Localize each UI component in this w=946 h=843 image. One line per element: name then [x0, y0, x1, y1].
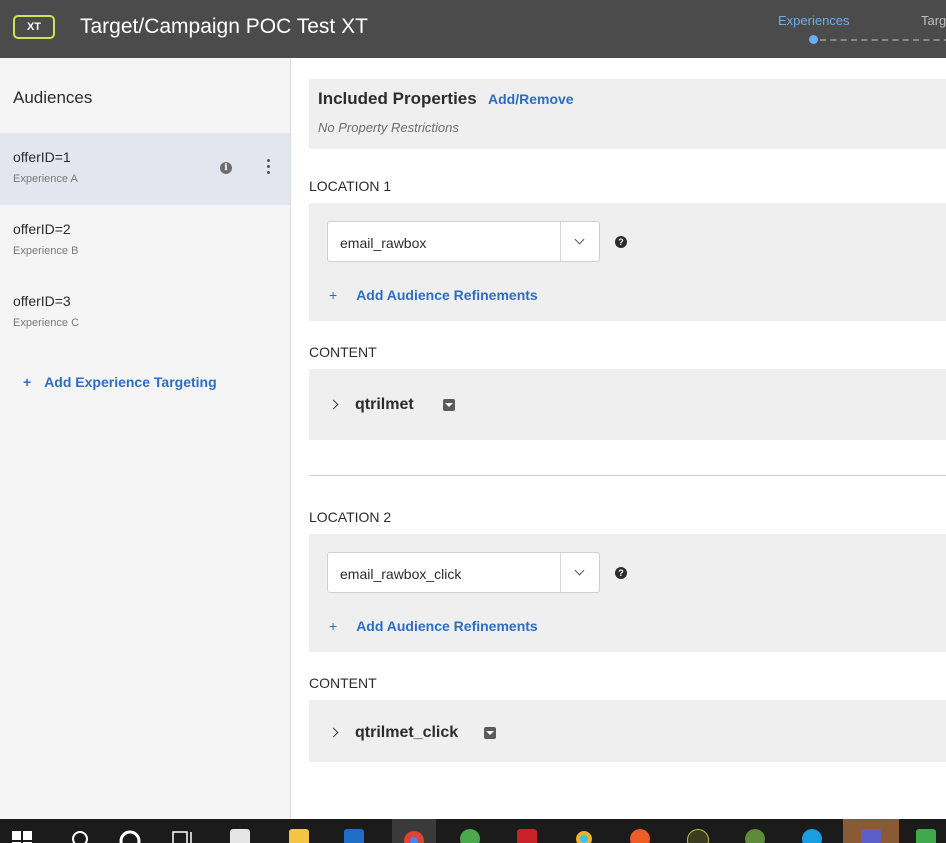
location-1-mbox-select[interactable]: email_rawbox [327, 221, 600, 262]
content-1-label: CONTENT [309, 344, 377, 360]
property-restrictions-note: No Property Restrictions [318, 120, 459, 135]
postman-icon[interactable] [630, 829, 650, 843]
content-options-dropdown-icon[interactable] [443, 399, 455, 411]
add-audience-refinements-1[interactable]: + Add Audience Refinements [329, 287, 538, 303]
audience-item-3[interactable]: offerID=3 Experience C [0, 277, 290, 349]
included-properties-panel: Included Properties Add/Remove No Proper… [309, 79, 946, 149]
location-1-label: LOCATION 1 [309, 178, 392, 194]
audience-item-1[interactable]: offerID=1 Experience A i [0, 133, 290, 205]
outlook-icon[interactable] [344, 829, 364, 843]
cortana-icon[interactable] [118, 829, 141, 843]
chevron-down-icon[interactable] [574, 234, 585, 245]
android-icon[interactable] [916, 829, 936, 843]
plus-icon: + [329, 618, 338, 634]
location-2-label: LOCATION 2 [309, 509, 392, 525]
step-experiences[interactable]: Experiences [778, 13, 850, 28]
chevron-down-icon[interactable] [574, 565, 585, 576]
mbox-value: email_rawbox [340, 235, 427, 251]
activity-type-badge: XT [13, 15, 55, 39]
info-icon[interactable]: i [220, 162, 232, 174]
task-view-icon[interactable] [172, 829, 192, 843]
step-targeting[interactable]: Targ [921, 13, 946, 28]
filezilla-icon[interactable] [517, 829, 537, 843]
select-divider [560, 553, 561, 592]
content-options-dropdown-icon[interactable] [484, 727, 496, 739]
plus-icon: + [23, 374, 32, 390]
main-content: Included Properties Add/Remove No Proper… [291, 58, 946, 819]
audience-experience: Experience A [13, 173, 78, 185]
current-step-indicator [809, 35, 818, 44]
workflow-steps: Experiences Targ [760, 0, 946, 58]
included-properties-title: Included Properties [318, 89, 477, 108]
mbox-value: email_rawbox_click [340, 566, 462, 582]
location-divider [309, 475, 946, 476]
plus-icon: + [329, 287, 338, 303]
help-icon[interactable]: ? [615, 236, 627, 248]
add-remove-properties-link[interactable]: Add/Remove [488, 91, 574, 107]
audience-item-2[interactable]: offerID=2 Experience B [0, 205, 290, 277]
sidebar-title: Audiences [13, 88, 93, 107]
audience-name: offerID=3 [13, 293, 71, 309]
refine-label: Add Audience Refinements [356, 287, 538, 303]
edge-icon[interactable] [802, 829, 822, 843]
location-2-mbox-select[interactable]: email_rawbox_click [327, 552, 600, 593]
more-options-icon[interactable] [263, 159, 273, 177]
location-2-panel: email_rawbox_click ? + Add Audience Refin… [309, 534, 946, 652]
step-connector [820, 39, 946, 41]
windows-taskbar [0, 819, 946, 843]
content-offer-name[interactable]: qtrilmet [355, 396, 414, 414]
store-icon[interactable] [230, 829, 250, 843]
chevron-right-icon[interactable] [328, 399, 339, 410]
help-icon[interactable]: ? [615, 567, 627, 579]
content-offer-name[interactable]: qtrilmet_click [355, 724, 458, 742]
audience-experience: Experience C [13, 317, 80, 329]
app-icon[interactable] [687, 829, 709, 843]
content-1-panel: qtrilmet [309, 369, 946, 440]
content-2-panel: qtrilmet_click [309, 700, 946, 762]
paint-icon[interactable] [745, 829, 765, 843]
slack-icon[interactable] [574, 829, 594, 843]
file-explorer-icon[interactable] [289, 829, 309, 843]
activity-title[interactable]: Target/Campaign POC Test XT [80, 15, 368, 39]
xbox-icon[interactable] [460, 829, 480, 843]
add-experience-targeting-button[interactable]: + Add Experience Targeting [23, 374, 217, 390]
location-1-panel: email_rawbox ? + Add Audience Refinements [309, 203, 946, 321]
add-targeting-label: Add Experience Targeting [44, 374, 217, 390]
chevron-right-icon[interactable] [328, 727, 339, 738]
teams-taskbar-slot[interactable] [843, 819, 899, 843]
app-header: XT Target/Campaign POC Test XT Experienc… [0, 0, 946, 58]
content-2-label: CONTENT [309, 675, 377, 691]
audience-experience: Experience B [13, 245, 79, 257]
audiences-sidebar: Audiences offerID=1 Experience A i offer… [0, 58, 291, 819]
windows-start-icon[interactable] [10, 829, 34, 843]
refine-label: Add Audience Refinements [356, 618, 538, 634]
search-icon[interactable] [70, 829, 90, 843]
audience-name: offerID=2 [13, 221, 71, 237]
chrome-taskbar-slot[interactable] [392, 819, 436, 843]
select-divider [560, 222, 561, 261]
add-audience-refinements-2[interactable]: + Add Audience Refinements [329, 618, 538, 634]
audience-name: offerID=1 [13, 149, 71, 165]
